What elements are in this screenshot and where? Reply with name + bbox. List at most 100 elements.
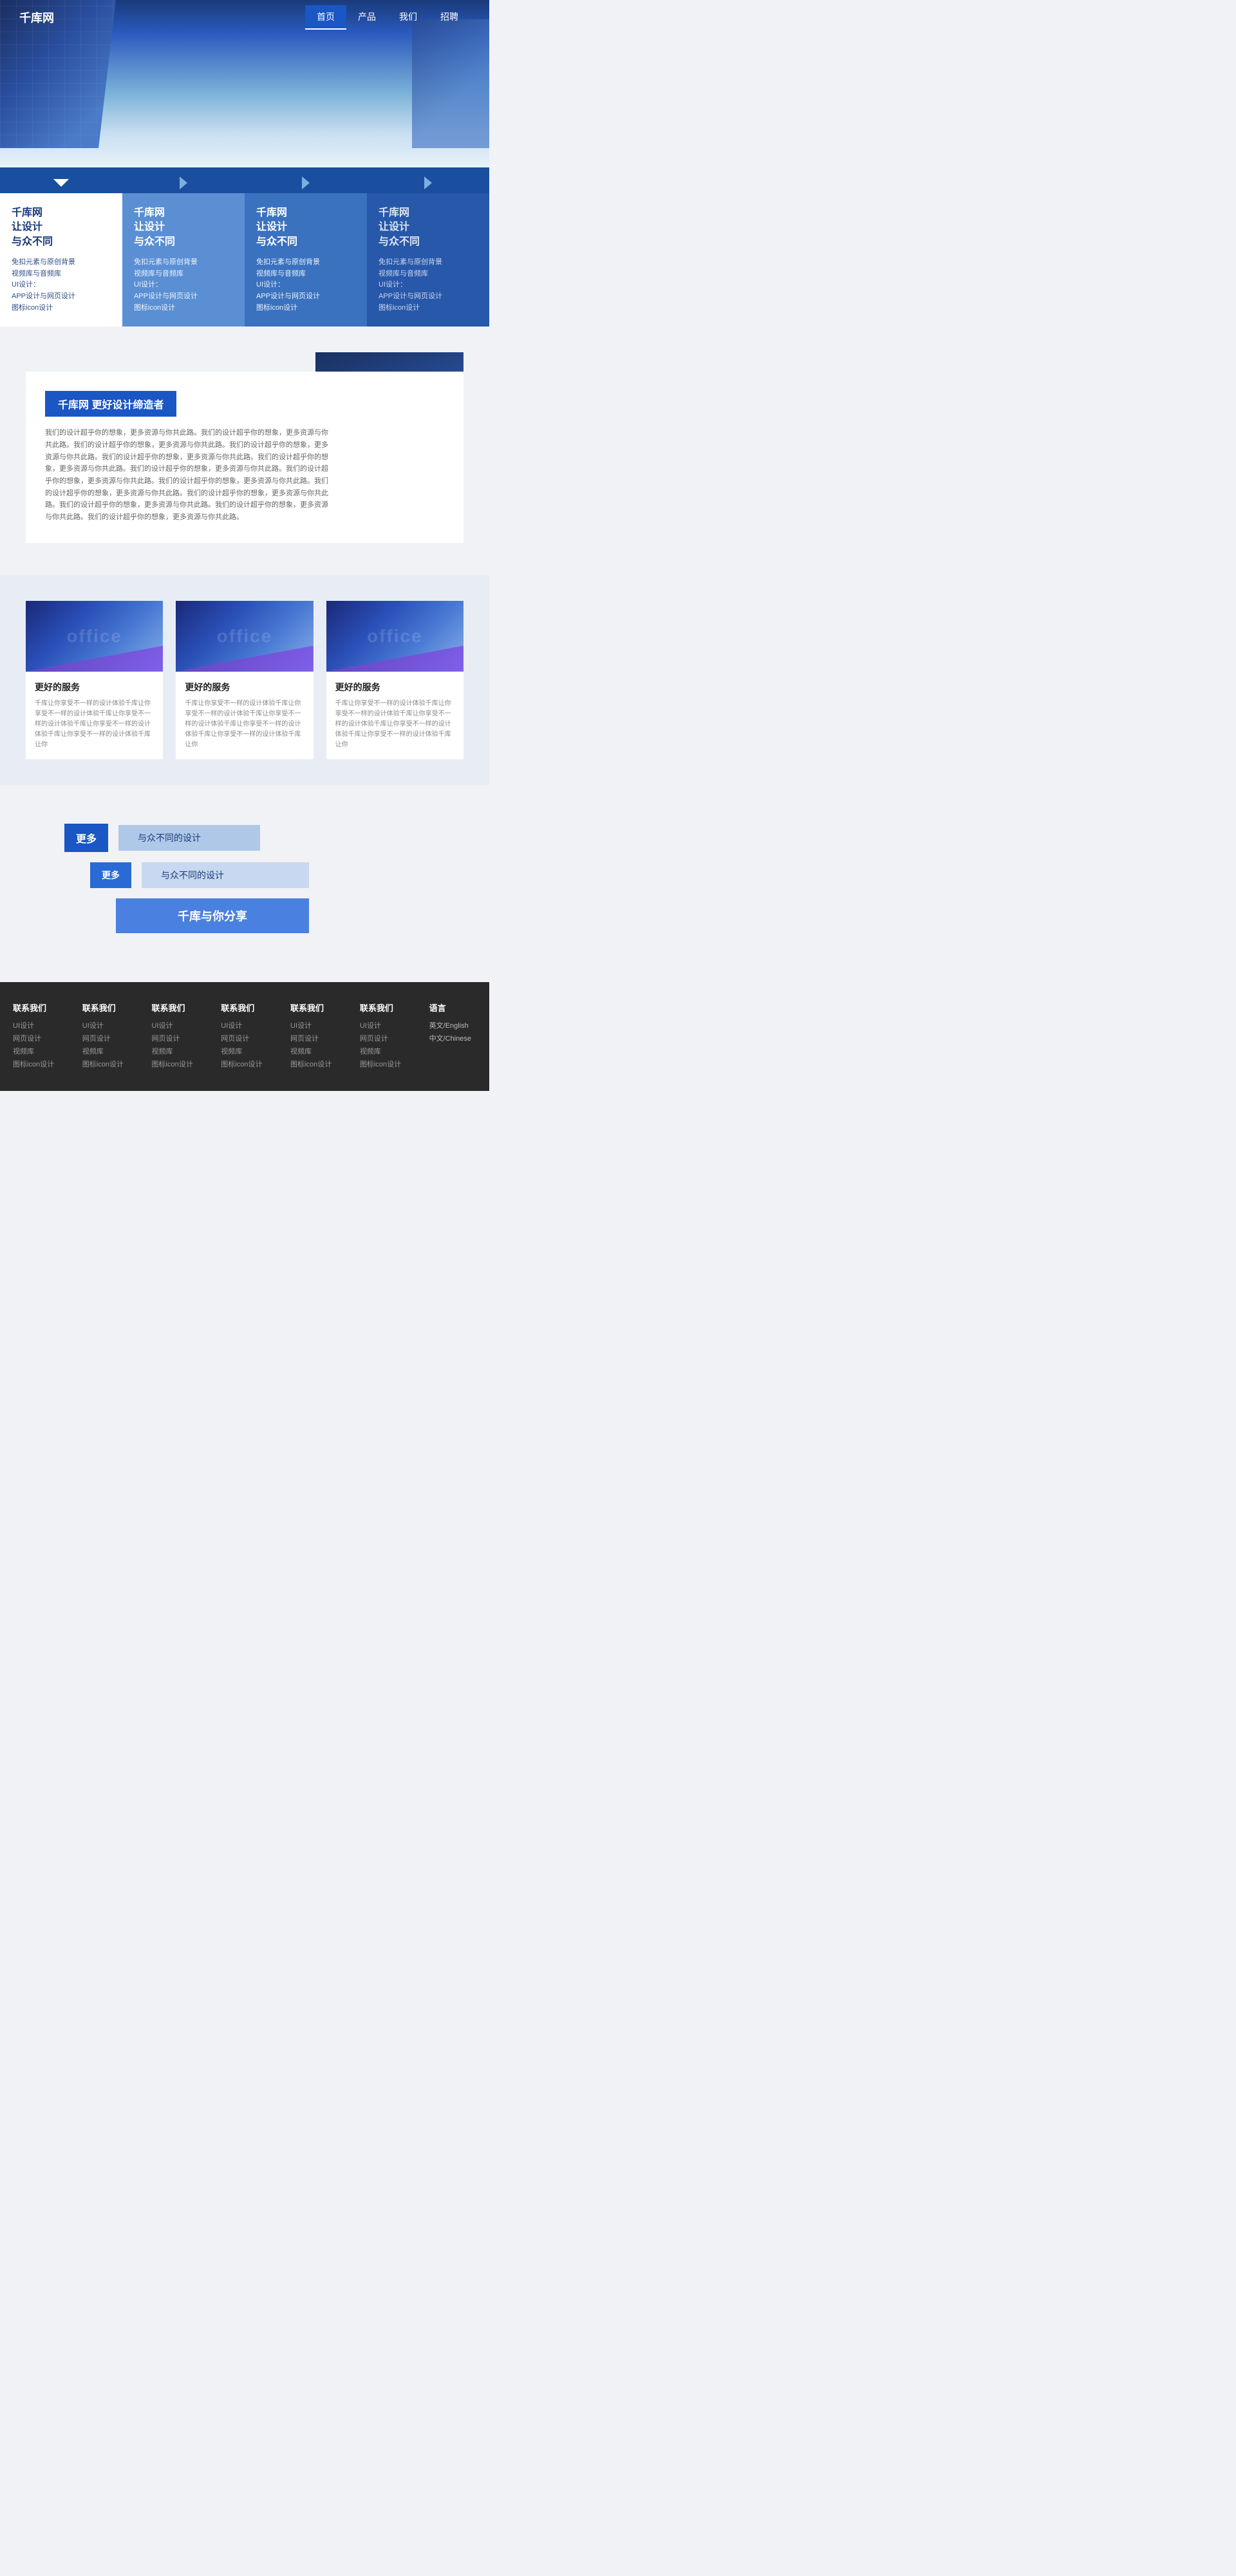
- hero-section: 千库网 首页 产品 我们 招聘: [0, 0, 489, 167]
- footer-link-1-4[interactable]: 图标icon设计: [13, 1059, 72, 1069]
- cta-text-1: 与众不同的设计: [118, 825, 260, 851]
- service-desc-3: 千库让你享受不一样的设计体验千库让你享受不一样的设计体验千库让你享受不一样的设计…: [335, 699, 454, 750]
- cta-row-3: 千库与你分享: [116, 898, 457, 933]
- footer-link-5-1[interactable]: UI设计: [290, 1020, 350, 1030]
- footer-link-2-2[interactable]: 网页设计: [82, 1033, 142, 1043]
- nav-item-products[interactable]: 产品: [346, 5, 388, 30]
- footer-link-2-3[interactable]: 视频库: [82, 1046, 142, 1056]
- footer-col-3: 联系我们 UI设计 网页设计 视频库 图标icon设计: [152, 1001, 211, 1072]
- office-text-1: office: [66, 626, 122, 647]
- cta-row-1: 更多 与众不同的设计: [64, 824, 457, 852]
- about-title: 千库网 更好设计缔造者: [45, 391, 176, 417]
- footer-link-3-4[interactable]: 图标icon设计: [152, 1059, 211, 1069]
- features-arrows: [0, 167, 489, 193]
- footer-col-6: 联系我们 UI设计 网页设计 视频库 图标icon设计: [360, 1001, 419, 1072]
- footer-link-lang-zh[interactable]: 中文/Chinese: [429, 1033, 476, 1043]
- arrow-3: [245, 173, 367, 193]
- cta-badge-1: 更多: [64, 824, 108, 852]
- feature-title-4: 千库网 让设计 与众不同: [379, 206, 478, 249]
- footer-link-3-1[interactable]: UI设计: [152, 1020, 211, 1030]
- footer-col-title-5: 联系我们: [290, 1001, 350, 1014]
- about-text: 我们的设计超乎你的想象，更多资源与你共此路。我们的设计超乎你的想象，更多资源与你…: [45, 427, 335, 524]
- footer-col-2: 联系我们 UI设计 网页设计 视频库 图标icon设计: [82, 1001, 142, 1072]
- footer-col-title-3: 联系我们: [152, 1001, 211, 1014]
- footer-link-lang-en[interactable]: 英文/English: [429, 1020, 476, 1030]
- service-desc-2: 千库让你享受不一样的设计体验千库让你享受不一样的设计体验千库让你享受不一样的设计…: [185, 699, 304, 750]
- office-text-2: office: [217, 626, 273, 647]
- feature-card-2: 千库网 让设计 与众不同 免扣元素与原创背景 视频库与音频库 UI设计： APP…: [122, 193, 245, 327]
- service-card-2: office 更好的服务 千库让你享受不一样的设计体验千库让你享受不一样的设计体…: [176, 601, 313, 759]
- arrow-2: [122, 173, 245, 193]
- service-card-1: office 更好的服务 千库让你享受不一样的设计体验千库让你享受不一样的设计体…: [26, 601, 163, 759]
- feature-desc-1: 免扣元素与原创背景 视频库与音频库 UI设计： APP设计与网页设计 图标ico…: [12, 257, 111, 314]
- navbar: 千库网 首页 产品 我们 招聘: [0, 0, 489, 35]
- footer-link-4-3[interactable]: 视频库: [221, 1046, 280, 1056]
- cta-badge-2: 更多: [90, 862, 131, 888]
- service-image-inner-1: office: [26, 601, 163, 672]
- nav-item-about[interactable]: 我们: [388, 5, 429, 30]
- service-title-1: 更好的服务: [35, 681, 154, 694]
- feature-desc-2: 免扣元素与原创背景 视频库与音频库 UI设计： APP设计与网页设计 图标ico…: [134, 257, 233, 314]
- footer-link-4-2[interactable]: 网页设计: [221, 1033, 280, 1043]
- footer-link-1-2[interactable]: 网页设计: [13, 1033, 72, 1043]
- footer-link-4-4[interactable]: 图标icon设计: [221, 1059, 280, 1069]
- service-image-1: office: [26, 601, 163, 672]
- footer-col-title-4: 联系我们: [221, 1001, 280, 1014]
- footer-link-3-3[interactable]: 视频库: [152, 1046, 211, 1056]
- footer-link-5-4[interactable]: 图标icon设计: [290, 1059, 350, 1069]
- footer: 联系我们 UI设计 网页设计 视频库 图标icon设计 联系我们 UI设计 网页…: [0, 982, 489, 1091]
- nav-links: 首页 产品 我们 招聘: [305, 5, 470, 30]
- service-image-2: office: [176, 601, 313, 672]
- service-title-3: 更好的服务: [335, 681, 454, 694]
- feature-title-3: 千库网 让设计 与众不同: [256, 206, 355, 249]
- footer-link-6-1[interactable]: UI设计: [360, 1020, 419, 1030]
- cta-row-2: 更多 与众不同的设计: [90, 862, 457, 888]
- service-title-2: 更好的服务: [185, 681, 304, 694]
- service-desc-1: 千库让你享受不一样的设计体验千库让你享受不一样的设计体验千库让你享受不一样的设计…: [35, 699, 154, 750]
- footer-link-2-1[interactable]: UI设计: [82, 1020, 142, 1030]
- arrow-1: [0, 173, 122, 193]
- footer-link-1-1[interactable]: UI设计: [13, 1020, 72, 1030]
- features-grid: 千库网 让设计 与众不同 免扣元素与原创背景 视频库与音频库 UI设计： APP…: [0, 193, 489, 327]
- service-image-3: office: [326, 601, 464, 672]
- footer-col-title-lang: 语言: [429, 1001, 476, 1014]
- service-body-2: 更好的服务 千库让你享受不一样的设计体验千库让你享受不一样的设计体验千库让你享受…: [176, 672, 313, 759]
- footer-grid: 联系我们 UI设计 网页设计 视频库 图标icon设计 联系我们 UI设计 网页…: [13, 1001, 476, 1072]
- about-inner: 千库网 更好设计缔造者 我们的设计超乎你的想象，更多资源与你共此路。我们的设计超…: [26, 372, 464, 543]
- footer-link-3-2[interactable]: 网页设计: [152, 1033, 211, 1043]
- feature-title-2: 千库网 让设计 与众不同: [134, 206, 233, 249]
- feature-desc-4: 免扣元素与原创背景 视频库与音频库 UI设计： APP设计与网页设计 图标ico…: [379, 257, 478, 314]
- feature-card-4: 千库网 让设计 与众不同 免扣元素与原创背景 视频库与音频库 UI设计： APP…: [367, 193, 489, 327]
- cta-text-2: 与众不同的设计: [142, 862, 309, 888]
- footer-col-title-6: 联系我们: [360, 1001, 419, 1014]
- nav-item-home[interactable]: 首页: [305, 5, 346, 30]
- footer-link-4-1[interactable]: UI设计: [221, 1020, 280, 1030]
- about-content: 千库网 更好设计缔造者 我们的设计超乎你的想象，更多资源与你共此路。我们的设计超…: [26, 372, 464, 543]
- cta-text-3: 千库与你分享: [116, 898, 309, 933]
- services-section: office 更好的服务 千库让你享受不一样的设计体验千库让你享受不一样的设计体…: [0, 575, 489, 785]
- footer-link-5-2[interactable]: 网页设计: [290, 1033, 350, 1043]
- feature-desc-3: 免扣元素与原创背景 视频库与音频库 UI设计： APP设计与网页设计 图标ico…: [256, 257, 355, 314]
- footer-link-6-2[interactable]: 网页设计: [360, 1033, 419, 1043]
- footer-col-1: 联系我们 UI设计 网页设计 视频库 图标icon设计: [13, 1001, 72, 1072]
- nav-item-jobs[interactable]: 招聘: [429, 5, 470, 30]
- footer-link-6-3[interactable]: 视频库: [360, 1046, 419, 1056]
- service-image-inner-3: office: [326, 601, 464, 672]
- service-image-inner-2: office: [176, 601, 313, 672]
- building-right: [412, 19, 489, 148]
- footer-link-1-3[interactable]: 视频库: [13, 1046, 72, 1056]
- cta-section: 更多 与众不同的设计 更多 与众不同的设计 千库与你分享: [0, 785, 489, 982]
- footer-link-2-4[interactable]: 图标icon设计: [82, 1059, 142, 1069]
- features-section: 千库网 让设计 与众不同 免扣元素与原创背景 视频库与音频库 UI设计： APP…: [0, 167, 489, 327]
- service-card-3: office 更好的服务 千库让你享受不一样的设计体验千库让你享受不一样的设计体…: [326, 601, 464, 759]
- footer-link-5-3[interactable]: 视频库: [290, 1046, 350, 1056]
- footer-col-5: 联系我们 UI设计 网页设计 视频库 图标icon设计: [290, 1001, 350, 1072]
- footer-col-lang: 语言 英文/English 中文/Chinese: [429, 1001, 476, 1072]
- service-body-1: 更好的服务 千库让你享受不一样的设计体验千库让你享受不一样的设计体验千库让你享受…: [26, 672, 163, 759]
- footer-col-title-1: 联系我们: [13, 1001, 72, 1014]
- services-grid: office 更好的服务 千库让你享受不一样的设计体验千库让你享受不一样的设计体…: [26, 601, 464, 759]
- logo: 千库网: [19, 9, 54, 26]
- footer-link-6-4[interactable]: 图标icon设计: [360, 1059, 419, 1069]
- footer-col-title-2: 联系我们: [82, 1001, 142, 1014]
- footer-col-4: 联系我们 UI设计 网页设计 视频库 图标icon设计: [221, 1001, 280, 1072]
